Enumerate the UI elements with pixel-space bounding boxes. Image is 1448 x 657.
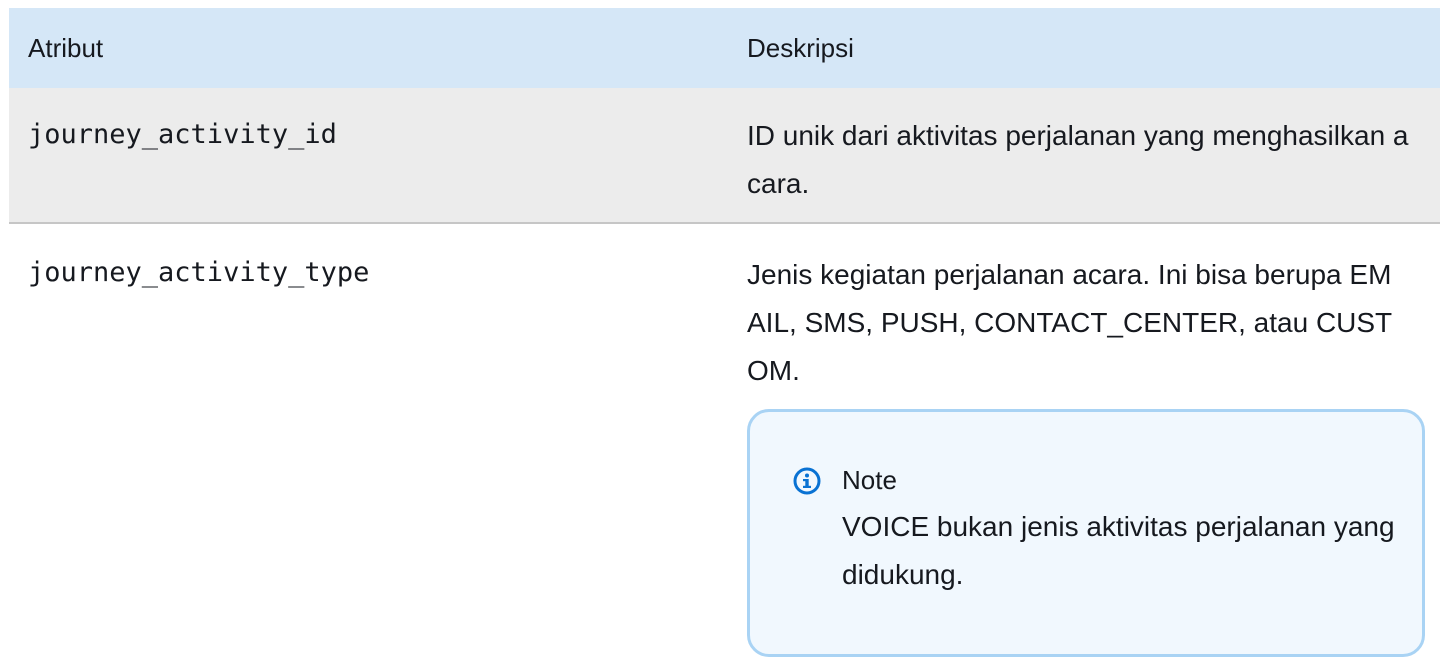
note-body: VOICE bukan jenis aktivitas perjalanan y… [842,511,1395,590]
note-callout: Note VOICE bukan jenis aktivitas perjala… [747,409,1425,657]
info-icon [793,467,821,495]
table-row: journey_activity_type Jenis kegiatan per… [9,224,1440,657]
note-title: Note [842,465,897,495]
table-row: journey_activity_id ID unik dari aktivit… [9,88,1440,224]
attribute-name: journey_activity_id [28,119,337,150]
attribute-description: Jenis kegiatan perjalanan acara. Ini bis… [747,259,1393,386]
table-header-row: Atribut Deskripsi [9,8,1440,88]
attribute-table: Atribut Deskripsi journey_activity_id ID… [9,8,1440,657]
header-description: Deskripsi [747,33,854,63]
attribute-name: journey_activity_type [28,257,370,288]
attribute-description: ID unik dari aktivitas perjalanan yang m… [747,120,1409,199]
header-attribute: Atribut [28,33,104,63]
